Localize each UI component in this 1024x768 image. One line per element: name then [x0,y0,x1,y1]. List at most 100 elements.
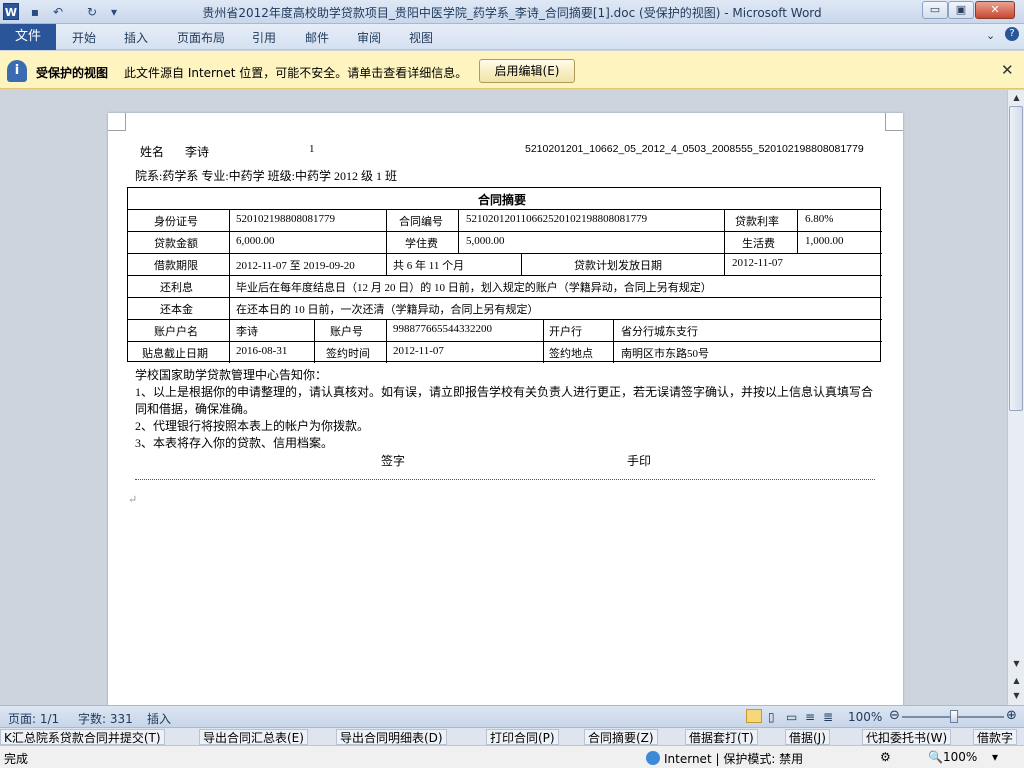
help-icon[interactable]: ? [1005,27,1019,41]
window-title: 贵州省2012年度高校助学贷款项目_贵阳中医学院_药学系_李诗_合同摘要[1].… [202,6,822,20]
save-icon[interactable]: ▪ [27,3,43,21]
browser-zoom[interactable]: 100% [943,750,977,764]
rate-value: 6.80% [805,213,834,225]
scroll-thumb[interactable] [1009,106,1023,411]
table-title: 合同摘要 [478,193,527,207]
tuition-label: 学住费 [405,238,438,250]
name-value: 李诗 [185,145,210,159]
holder-label: 账户户名 [154,326,198,338]
ribbon-tabs: 文件 开始 插入 页面布局 引用 邮件 审阅 视图 ⌄ ? [0,24,1024,50]
plan-label: 贷款计划发放日期 [574,260,662,272]
cutoff-value: 2016-08-31 [236,345,288,357]
word-count[interactable]: 字数: 331 [78,710,133,727]
document-page[interactable]: 姓名 李诗 1 5210201201_10662_05_2012_4_0503_… [108,113,903,705]
paragraph-mark: ↵ [128,494,138,506]
tuition-value: 5,000.00 [466,235,505,247]
term-length: 共 6 年 11 个月 [393,260,465,272]
vertical-scrollbar[interactable]: ▲ ▼ ▲ ▼ [1007,90,1024,705]
interest-value: 毕业后在每年度结息日（12 月 20 日）的 10 日前，划入规定的账户（学籍异… [236,282,712,294]
sign-time-label: 签约时间 [326,348,370,360]
full-screen-reading-icon[interactable]: ▯ [768,710,775,724]
note-print-button[interactable]: 借据套打(T) [685,729,758,745]
tab-references[interactable]: 引用 [252,29,276,46]
contract-no-value: 52102012011066252010219880808177​9 [466,213,648,225]
note-button[interactable]: 借据(J) [785,729,830,745]
bank-label: 开户行 [549,326,582,338]
summarize-submit-button[interactable]: K汇总院系贷款合同并提交(T) [0,729,165,745]
tab-mailings[interactable]: 邮件 [305,29,329,46]
redo-icon[interactable]: ↻ [84,3,100,21]
tab-insert[interactable]: 插入 [124,29,148,46]
zoom-out-icon[interactable]: ⊖ [889,708,900,723]
document-code: 5210201201_10662_05_2012_4_0503_2008555_… [525,143,864,155]
insert-mode[interactable]: 插入 [147,710,171,727]
notice-heading: 学校国家助学贷款管理中心告知你： [135,368,328,382]
security-zone[interactable]: Internet | 保护模式: 禁用 [664,750,803,767]
export-summary-button[interactable]: 导出合同汇总表(E) [199,729,308,745]
notice-line-3: 3、本表将存入你的贷款、信用档案。 [135,436,334,450]
draft-icon[interactable]: ≣ [823,710,833,724]
tab-review[interactable]: 审阅 [357,29,381,46]
sign-place-label: 签约地点 [549,348,593,360]
term-value: 2012-11-07 至 2019-09-20 [236,260,355,272]
status-done: 完成 [4,752,29,766]
export-detail-button[interactable]: 导出合同明细表(D) [336,729,447,745]
web-layout-icon[interactable]: ▭ [786,710,797,724]
scroll-up-icon[interactable]: ▲ [1008,90,1024,105]
sequence-number: 1 [309,143,315,155]
zoom-level[interactable]: 100% [848,710,882,724]
name-label: 姓名 [140,145,165,159]
customize-qat-icon[interactable]: ▾ [106,3,122,21]
globe-icon [646,751,660,765]
holder-value: 李诗 [236,326,258,338]
protected-view-message[interactable]: 此文件源自 Internet 位置，可能不安全。请单击查看详细信息。 [124,64,467,81]
id-value: 520102198808081779 [236,213,335,225]
withholding-button[interactable]: 代扣委托书(W) [862,729,952,745]
print-contract-button[interactable]: 打印合同(P) [486,729,559,745]
fingerprint-label: 手印 [627,454,652,468]
close-button[interactable]: ✕ [975,1,1015,19]
zoom-magnifier-icon[interactable]: 🔍 [928,750,943,764]
enable-editing-button[interactable]: 启用编辑(E) [479,59,575,83]
addin-toolbar: K汇总院系贷款合同并提交(T) 导出合同汇总表(E) 导出合同明细表(D) 打印… [0,727,1024,745]
contract-summary-button[interactable]: 合同摘要(Z) [584,729,658,745]
close-message-icon[interactable]: ✕ [1001,61,1014,79]
undo-icon[interactable]: ↶ [50,3,66,21]
principal-label: 还本金 [160,304,193,316]
ribbon-collapse-icon[interactable]: ⌄ [986,29,995,42]
amount-value: 6,000.00 [236,235,275,247]
department-line: 院系:药学系 专业:中药学 班级:中药学 2012 级 1 班 [135,169,398,183]
outline-icon[interactable]: ≡ [805,710,815,724]
title-bar: W ▪ ↶ ↻ ▾ 贵州省2012年度高校助学贷款项目_贵阳中医学院_药学系_李… [0,0,1024,24]
zoom-slider-thumb[interactable] [950,710,958,723]
sign-time-value: 2012-11-07 [393,345,444,357]
protected-mode-icon[interactable]: ⚙ [880,750,891,764]
contract-no-label: 合同编号 [399,216,443,228]
next-page-icon[interactable]: ▼ [1008,688,1024,703]
notice-line-1b: 同和借据，确保准确。 [135,402,256,416]
loan-note-button[interactable]: 借款字 [973,729,1018,745]
zoom-in-icon[interactable]: ⊕ [1006,708,1017,723]
tab-file[interactable]: 文件 [0,24,56,50]
page-corner-mark [885,113,903,131]
tab-view[interactable]: 视图 [409,29,433,46]
tab-page-layout[interactable]: 页面布局 [177,29,225,46]
minimize-button[interactable]: ▭ [922,1,948,19]
maximize-button[interactable]: ▣ [948,1,974,19]
notice-line-2: 2、代理银行将按照本表上的帐户为你拨款。 [135,419,370,433]
account-value: 998877665544332200 [393,323,492,335]
account-label: 账户号 [330,326,363,338]
amount-label: 贷款金额 [154,238,198,250]
previous-page-icon[interactable]: ▲ [1008,673,1024,688]
contract-summary-table: 合同摘要 身份证号 520102198808081779 合同编号 521020… [127,187,882,363]
interest-label: 还利息 [160,282,193,294]
protected-view-bar: i 受保护的视图 此文件源自 Internet 位置，可能不安全。请单击查看详细… [0,51,1024,89]
tab-home[interactable]: 开始 [72,29,96,46]
print-layout-icon[interactable] [746,709,762,723]
page-count[interactable]: 页面: 1/1 [8,710,59,727]
zoom-dropdown-icon[interactable]: ▾ [992,750,998,764]
scroll-down-icon[interactable]: ▼ [1008,656,1024,671]
browser-status-bar: 完成 Internet | 保护模式: 禁用 ⚙ 🔍 100% ▾ [0,745,1024,768]
id-label: 身份证号 [154,216,198,228]
word-logo-icon[interactable]: W [3,3,19,20]
